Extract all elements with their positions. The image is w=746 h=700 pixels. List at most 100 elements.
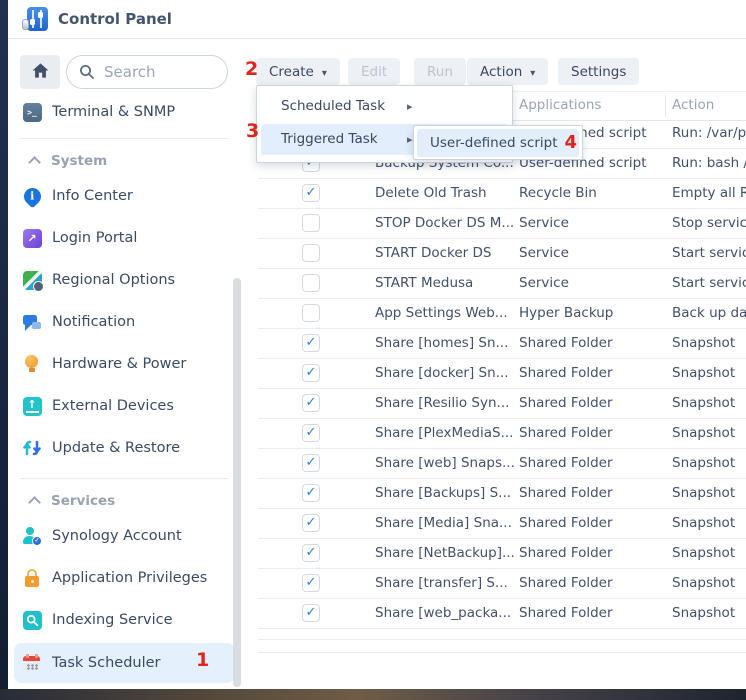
task-action: Snapshot	[672, 449, 746, 477]
sidebar-item-label: Terminal & SNMP	[52, 104, 175, 120]
checkbox-checked[interactable]	[302, 454, 320, 472]
task-name: App Settings Web...	[375, 299, 517, 327]
control-panel-window: Control Panel Search >_Terminal & SNMP Sy…	[8, 0, 746, 690]
table-row[interactable]: STOP Docker DS M...ServiceStop servic	[258, 209, 746, 239]
task-action: Stop servic	[672, 209, 746, 237]
checkbox-checked[interactable]	[302, 184, 320, 202]
table-row[interactable]: Share [Resilio Syn...Shared FolderSnapsh…	[258, 389, 746, 419]
menu-item-label: Triggered Task	[281, 131, 378, 147]
menu-item-scheduled-task[interactable]: Scheduled Task	[261, 91, 508, 122]
task-action: Snapshot	[672, 359, 746, 387]
table-row[interactable]: Share [Media] Sna...Shared FolderSnapsho…	[258, 509, 746, 539]
task-application: Shared Folder	[519, 389, 669, 417]
table-row[interactable]: Share [web_packa...Shared FolderSnapshot	[258, 599, 746, 629]
table-row[interactable]: Share [homes] Sn...Shared FolderSnapshot	[258, 329, 746, 359]
action-button[interactable]: Action	[467, 58, 548, 85]
task-action: Snapshot	[672, 419, 746, 447]
table-row[interactable]: Share [NetBackup]...Shared FolderSnapsho…	[258, 539, 746, 569]
table-row[interactable]: Share [web] Snaps...Shared FolderSnapsho…	[258, 449, 746, 479]
table-row[interactable]: App Settings Web...Hyper BackupBack up d…	[258, 299, 746, 329]
sidebar-item-login-portal[interactable]: ↗Login Portal	[8, 217, 245, 259]
checkbox-checked[interactable]	[302, 424, 320, 442]
checkbox-unchecked[interactable]	[302, 214, 320, 232]
titlebar: Control Panel	[8, 0, 746, 39]
settings-button[interactable]: Settings	[558, 58, 639, 85]
section-label: Services	[51, 493, 115, 509]
column-header-action[interactable]: Action	[672, 92, 714, 119]
sidebar-item-label: Application Privileges	[52, 570, 207, 586]
sidebar-section-services[interactable]: Services	[8, 487, 245, 515]
home-button[interactable]	[20, 55, 60, 89]
notification-icon	[22, 312, 42, 332]
table-row[interactable]: Delete Old TrashRecycle BinEmpty all R	[258, 179, 746, 209]
login-portal-icon: ↗	[22, 228, 42, 248]
task-application: Shared Folder	[519, 599, 669, 627]
task-name: Share [Resilio Syn...	[375, 389, 517, 417]
caret-down-icon	[522, 64, 535, 80]
sidebar-item-terminal-snmp[interactable]: >_Terminal & SNMP	[8, 95, 245, 129]
button-label: Run	[427, 64, 453, 80]
checkbox-checked[interactable]	[302, 334, 320, 352]
sidebar-item-indexing-service[interactable]: Indexing Service	[8, 599, 245, 641]
search-input[interactable]: Search	[66, 55, 228, 89]
sidebar-item-update-restore[interactable]: Update & Restore	[8, 427, 245, 469]
submenu-arrow-icon	[407, 91, 413, 122]
task-name: Share [web] Snaps...	[375, 449, 517, 477]
task-name: Share [Media] Sna...	[375, 509, 517, 537]
task-action: Snapshot	[672, 329, 746, 357]
annotation-3: 3	[246, 122, 259, 141]
table-row[interactable]: Share [docker] Sn...Shared FolderSnapsho…	[258, 359, 746, 389]
checkbox-checked[interactable]	[302, 484, 320, 502]
checkbox-unchecked[interactable]	[302, 274, 320, 292]
table-row[interactable]: Share [Backups] S...Shared FolderSnapsho…	[258, 479, 746, 509]
menu-item-label: User-defined script	[430, 135, 558, 151]
button-label: Settings	[571, 64, 626, 80]
table-row[interactable]: Share [transfer] S...Shared FolderSnapsh…	[258, 569, 746, 599]
button-label: Edit	[361, 64, 387, 80]
caret-down-icon	[314, 64, 327, 80]
sidebar-item-hardware-power[interactable]: Hardware & Power	[8, 343, 245, 385]
sidebar-item-task-scheduler[interactable]: Task Scheduler1	[14, 643, 235, 683]
checkbox-checked[interactable]	[302, 574, 320, 592]
task-application: Shared Folder	[519, 329, 669, 357]
sidebar-item-regional-options[interactable]: Regional Options	[8, 259, 245, 301]
external-devices-icon: ↑	[22, 396, 42, 416]
task-action: Snapshot	[672, 509, 746, 537]
sidebar-item-external-devices[interactable]: ↑ External Devices	[8, 385, 245, 427]
sidebar-item-label: Hardware & Power	[52, 356, 186, 372]
edit-button: Edit	[348, 58, 400, 85]
table-row[interactable]: START Docker DSServiceStart servic	[258, 239, 746, 269]
sidebar-item-application-privileges[interactable]: Application Privileges	[8, 557, 245, 599]
table-row[interactable]: START MedusaServiceStart servic	[258, 269, 746, 299]
sidebar-item-info-center[interactable]: iInfo Center	[8, 175, 245, 217]
checkbox-checked[interactable]	[302, 514, 320, 532]
task-application: Shared Folder	[519, 569, 669, 597]
menu-item-user-defined-script[interactable]: User-defined script 4	[417, 129, 579, 157]
table-end-line	[258, 639, 746, 640]
sidebar-item-notification[interactable]: Notification	[8, 301, 245, 343]
sidebar-item-label: Update & Restore	[52, 440, 180, 456]
table-end-line	[258, 652, 746, 653]
task-name: Delete Old Trash	[375, 179, 517, 207]
column-header-applications[interactable]: Applications	[519, 92, 601, 119]
task-name: Share [PlexMediaS...	[375, 419, 517, 447]
checkbox-checked[interactable]	[302, 394, 320, 412]
sidebar-section-system[interactable]: System	[8, 147, 245, 175]
sidebar-item-synology-account[interactable]: ✓Synology Account	[8, 515, 245, 557]
search-placeholder: Search	[104, 63, 156, 81]
task-application: Hyper Backup	[519, 299, 669, 327]
table-row[interactable]: Share [PlexMediaS...Shared FolderSnapsho…	[258, 419, 746, 449]
checkbox-unchecked[interactable]	[302, 304, 320, 322]
checkbox-checked[interactable]	[302, 544, 320, 562]
checkbox-unchecked[interactable]	[302, 244, 320, 262]
sidebar-scrollbar[interactable]	[233, 278, 241, 687]
sidebar-item-label: Info Center	[52, 188, 133, 204]
sidebar-item-label: External Devices	[52, 398, 174, 414]
create-submenu: User-defined script 4	[413, 125, 583, 160]
regional-options-icon	[22, 270, 42, 290]
annotation-2: 2	[245, 60, 258, 79]
menu-item-label: Scheduled Task	[281, 98, 385, 114]
checkbox-checked[interactable]	[302, 364, 320, 382]
create-button[interactable]: Create	[256, 58, 340, 85]
checkbox-checked[interactable]	[302, 604, 320, 622]
